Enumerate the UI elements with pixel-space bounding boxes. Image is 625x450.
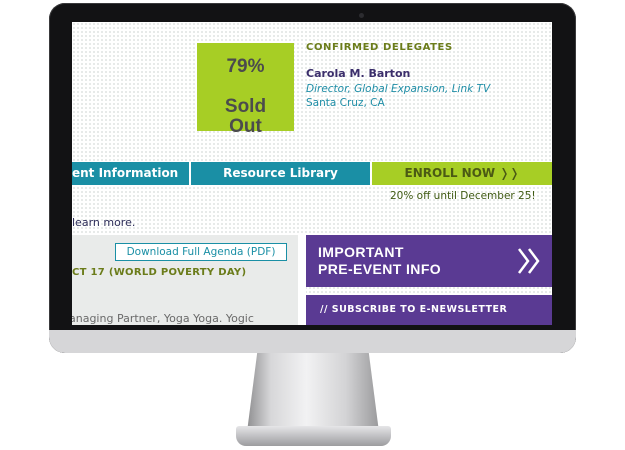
download-agenda-button[interactable]: Download Full Agenda (PDF) [115, 243, 287, 261]
learn-more-link[interactable]: learn more. [72, 216, 135, 229]
double-chevron-right-icon [518, 248, 540, 274]
delegates-heading: CONFIRMED DELEGATES [306, 42, 453, 53]
pre-event-info-label: IMPORTANT PRE-EVENT INFO [318, 244, 442, 277]
main-nav: ent Information Resource Library ENROLL … [72, 162, 552, 185]
monitor-chin [49, 330, 576, 353]
pre-event-info-banner[interactable]: IMPORTANT PRE-EVENT INFO [306, 235, 552, 287]
subscribe-newsletter-banner[interactable]: // SUBSCRIBE TO E-NEWSLETTER [306, 295, 552, 325]
delegate-location: Santa Cruz, CA [306, 97, 385, 109]
enroll-now-label: ENROLL NOW ❭❭ [404, 166, 520, 180]
camera-icon [359, 13, 364, 18]
confirmed-delegates: CONFIRMED DELEGATES Carola M. Barton Dir… [306, 42, 546, 109]
monitor-stand-neck [247, 350, 379, 432]
nav-resource-library-label: Resource Library [223, 166, 338, 180]
delegate-name: Carola M. Barton [306, 67, 411, 80]
nav-event-information-label: ent Information [72, 166, 179, 180]
delegate-title: Director, Global Expansion, Link TV [306, 83, 491, 95]
panel-divider [298, 235, 306, 325]
agenda-date-heading: CT 17 (WORLD POVERTY DAY) [72, 267, 247, 278]
nav-resource-library[interactable]: Resource Library [191, 162, 372, 185]
sold-out-percent: 79% [226, 56, 265, 77]
sold-out-label: Sold Out [224, 96, 267, 137]
agenda-panel: Download Full Agenda (PDF) CT 17 (WORLD … [72, 235, 298, 325]
monitor-stand-base [236, 426, 391, 446]
subscribe-newsletter-label: // SUBSCRIBE TO E-NEWSLETTER [320, 304, 508, 315]
website-screen: 79% Sold Out CONFIRMED DELEGATES Carola … [72, 22, 552, 325]
discount-note: 20% off until December 25! [390, 190, 536, 202]
enroll-now-button[interactable]: ENROLL NOW ❭❭ [372, 162, 552, 185]
sold-out-badge: 79% Sold Out [197, 43, 294, 137]
speaker-partner-text: anaging Partner, Yoga Yoga. Yogic [72, 312, 254, 325]
nav-event-information[interactable]: ent Information [72, 162, 191, 185]
